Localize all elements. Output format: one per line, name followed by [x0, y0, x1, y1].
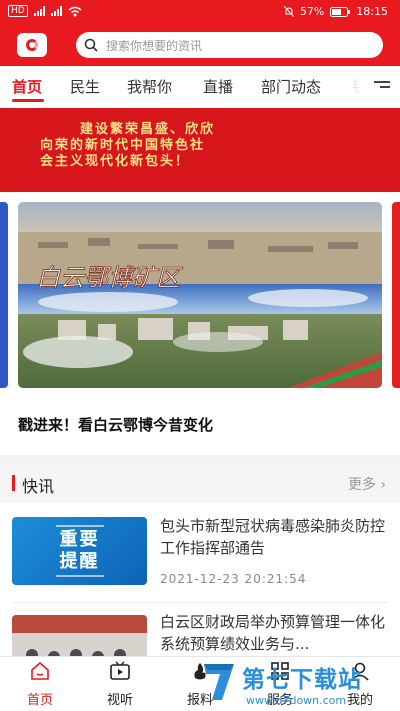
featured-image[interactable]: 白云鄂博矿区	[18, 202, 382, 388]
tab-department-news[interactable]: 部门动态	[261, 76, 321, 97]
active-tab-indicator	[12, 99, 44, 102]
video-icon	[110, 661, 130, 680]
carousel-prev-peek[interactable]	[0, 202, 8, 388]
app-logo[interactable]	[17, 33, 47, 57]
status-bar: HD 57% 18:15	[0, 0, 400, 24]
flash-news-header: 快讯 更多 ›	[0, 463, 400, 503]
banner-line: 建设繁荣昌盛、欣欣	[80, 122, 216, 137]
news-thumbnail: 重要 提醒	[12, 517, 147, 585]
download-site-watermark: 第七下载站 www.d7down.com	[194, 654, 400, 711]
clock: 18:15	[356, 5, 388, 18]
nav-label: 视听	[106, 693, 133, 708]
nav-home[interactable]: 首页	[10, 661, 70, 708]
chevron-right-icon: ›	[380, 477, 386, 493]
news-timestamp: 2021-12-23 20:21:54	[160, 572, 307, 586]
category-tabs: 首页 民生 我帮你 直播 部门动态 钅	[0, 66, 400, 108]
thumb-text-line: 提醒	[59, 551, 100, 572]
carousel-next-peek[interactable]	[392, 202, 400, 388]
section-accent-bar	[12, 475, 15, 491]
battery-icon	[330, 6, 351, 17]
watermark-text: 第七下载站	[242, 667, 362, 693]
news-thumbnail	[12, 615, 147, 656]
featured-caption[interactable]: 戳进来！看白云鄂博今昔变化	[18, 414, 213, 435]
search-bar[interactable]: 搜索你想要的资讯	[76, 32, 383, 58]
watermark-url: www.d7down.com	[246, 694, 347, 707]
section-divider	[0, 455, 400, 463]
search-icon	[84, 38, 98, 52]
nav-video[interactable]: 视听	[90, 661, 150, 708]
battery-percent: 57%	[299, 5, 325, 18]
news-title: 白云区财政局举办预算管理一体化系统预算绩效业务与...	[160, 613, 386, 653]
section-title: 快讯	[22, 477, 55, 496]
tabs-menu-icon[interactable]	[374, 81, 390, 93]
wifi-icon	[68, 6, 82, 16]
nav-label: 首页	[26, 693, 53, 708]
thumb-text-line: 重要	[59, 529, 100, 550]
app-header: 搜索你想要的资讯	[0, 24, 400, 66]
home-icon	[31, 661, 49, 680]
tab-live[interactable]: 直播	[203, 76, 233, 97]
tab-livelihood[interactable]: 民生	[70, 76, 100, 97]
tab-help-you[interactable]: 我帮你	[127, 76, 172, 97]
featured-carousel: 白云鄂博矿区 戳进来！看白云鄂博今昔变化	[0, 192, 400, 464]
more-link[interactable]: 更多 ›	[348, 474, 386, 494]
banner-slogan: 建设繁荣昌盛、欣欣 向荣的新时代中国特色社 会主义现代化新包头！	[40, 122, 370, 170]
watermark-logo-icon	[204, 664, 234, 700]
signal-icon	[33, 6, 45, 16]
signal-icon-2	[50, 6, 62, 16]
carrier-label: HD	[8, 5, 28, 17]
important-reminder-graphic: 重要 提醒	[55, 525, 104, 577]
slogan-banner[interactable]: 建设繁荣昌盛、欣欣 向荣的新时代中国特色社 会主义现代化新包头！	[0, 108, 400, 192]
banner-line: 会主义现代化新包头！	[40, 154, 191, 169]
tab-fade	[330, 66, 370, 108]
mute-icon	[283, 6, 294, 17]
hero-overlay-text: 白云鄂博矿区	[36, 264, 183, 292]
news-item[interactable]: 白云区财政局举办预算管理一体化系统预算绩效业务与...	[0, 603, 400, 656]
banner-line: 向荣的新时代中国特色社	[40, 138, 206, 153]
search-placeholder: 搜索你想要的资讯	[106, 38, 203, 53]
news-item[interactable]: 重要 提醒 包头市新型冠状病毒感染肺炎防控工作指挥部通告 2021-12-23 …	[0, 503, 400, 603]
news-title: 包头市新型冠状病毒感染肺炎防控工作指挥部通告	[160, 517, 386, 557]
tab-home[interactable]: 首页	[12, 76, 42, 97]
more-label: 更多	[347, 477, 376, 493]
